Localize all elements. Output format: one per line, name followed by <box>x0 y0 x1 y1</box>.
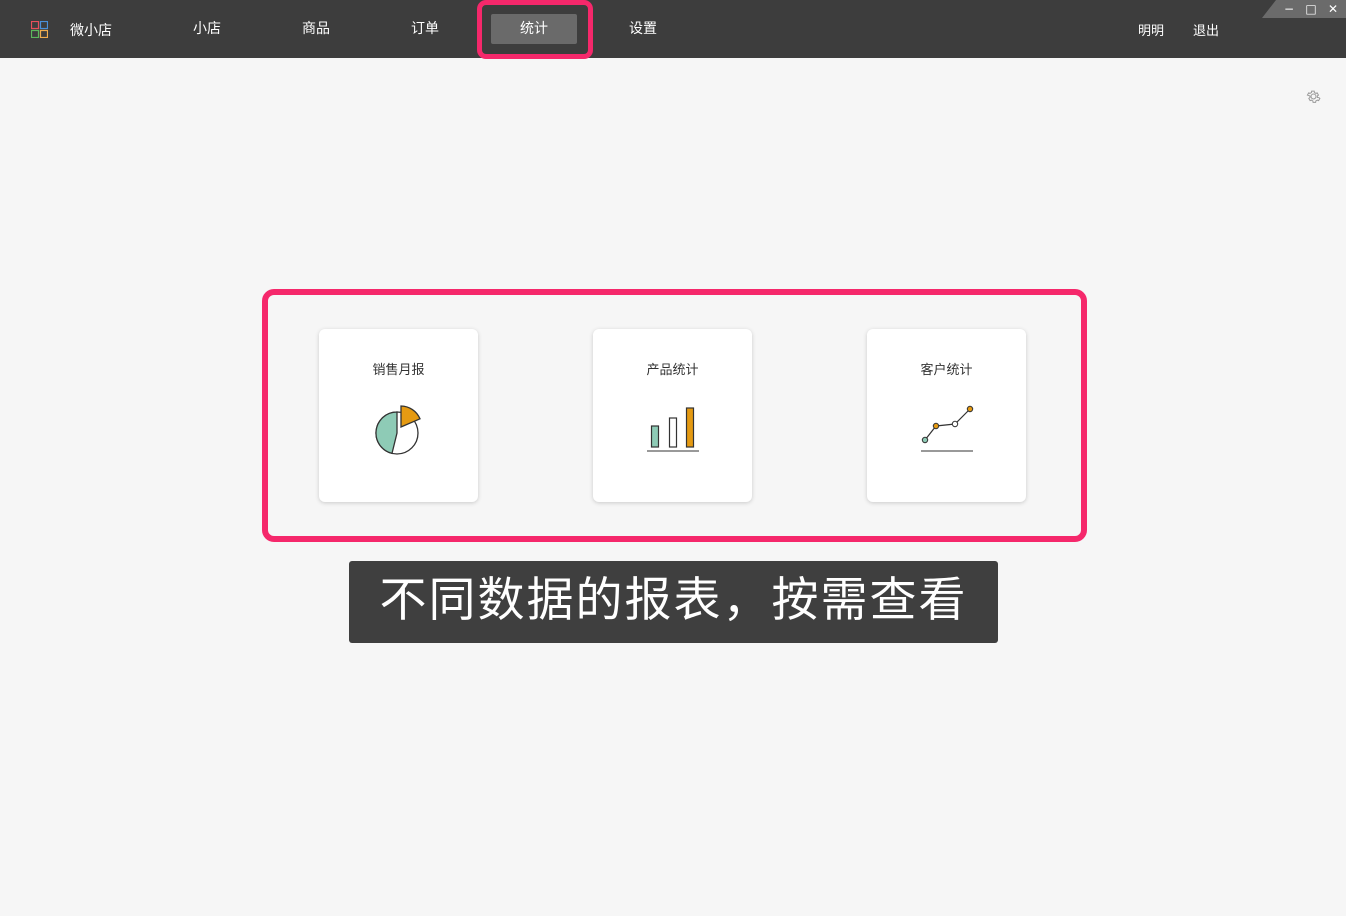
user-name[interactable]: 明明 <box>1138 20 1164 39</box>
nav-item-products[interactable]: 商品 <box>273 14 359 44</box>
pie-chart-icon <box>375 405 421 455</box>
nav-item-settings[interactable]: 设置 <box>600 14 686 44</box>
active-tab-highlight <box>477 0 593 59</box>
top-navigation-bar: 微小店 小店 商品 订单 统计 设置 明明 退出 − □ ✕ <box>0 0 1346 58</box>
app-logo-icon <box>31 21 48 38</box>
line-chart-icon <box>921 405 974 452</box>
maximize-button[interactable]: □ <box>1302 1 1320 17</box>
card-title: 销售月报 <box>372 363 425 378</box>
report-card-product-statistics[interactable]: 产品统计 <box>593 329 752 502</box>
nav-item-orders[interactable]: 订单 <box>382 14 468 44</box>
window-controls: − □ ✕ <box>1262 0 1346 18</box>
subtitle-caption: 不同数据的报表，按需查看 <box>349 561 998 643</box>
bar-chart-icon <box>647 407 699 452</box>
report-card-monthly-sales[interactable]: 销售月报 <box>319 329 478 502</box>
nav-item-shop[interactable]: 小店 <box>164 14 250 44</box>
logout-button[interactable]: 退出 <box>1193 20 1219 39</box>
close-button[interactable]: ✕ <box>1324 1 1342 17</box>
minimize-button[interactable]: − <box>1280 1 1298 17</box>
report-card-customer-statistics[interactable]: 客户统计 <box>867 329 1026 502</box>
gear-icon[interactable] <box>1305 88 1322 105</box>
app-name: 微小店 <box>70 23 112 39</box>
card-title: 客户统计 <box>920 363 973 378</box>
card-title: 产品统计 <box>646 363 699 378</box>
